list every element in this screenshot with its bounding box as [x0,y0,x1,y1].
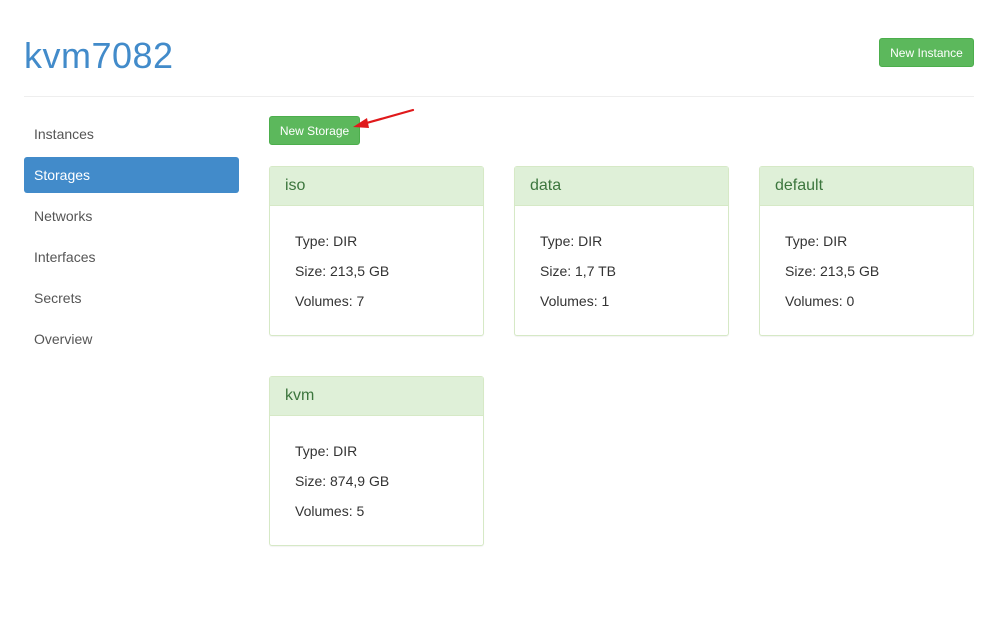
sidebar-item-networks[interactable]: Networks [24,198,239,234]
storage-card-body: Type: DIR Size: 1,7 TB Volumes: 1 [515,206,728,322]
storage-card-title: iso [270,167,483,206]
sidebar-item-storages[interactable]: Storages [24,157,239,193]
storage-card-body: Type: DIR Size: 874,9 GB Volumes: 5 [270,416,483,532]
storage-size: Size: 213,5 GB [295,263,390,279]
storage-card-body: Type: DIR Size: 213,5 GB Volumes: 0 [760,206,973,322]
storage-volumes: Volumes: 7 [295,293,365,309]
storage-type: Type: DIR [295,443,358,459]
new-storage-button[interactable]: New Storage [269,116,360,145]
page-header: kvm7082 New Instance [24,0,974,97]
storage-size: Size: 874,9 GB [295,473,390,489]
storage-card-title: data [515,167,728,206]
storage-card-title: default [760,167,973,206]
sidebar-item-instances[interactable]: Instances [24,116,239,152]
new-instance-button[interactable]: New Instance [879,38,974,67]
storage-volumes: Volumes: 5 [295,503,365,519]
storage-card-default[interactable]: default Type: DIR Size: 213,5 GB Volumes… [759,166,974,336]
sidebar-item-overview[interactable]: Overview [24,321,239,357]
storage-card-kvm[interactable]: kvm Type: DIR Size: 874,9 GB Volumes: 5 [269,376,484,546]
storage-type: Type: DIR [785,233,848,249]
page: kvm7082 New Instance Instances Storages … [0,0,997,640]
storage-type: Type: DIR [540,233,603,249]
storage-volumes: Volumes: 0 [785,293,855,309]
annotation-arrow-icon [353,108,415,128]
sidebar-item-interfaces[interactable]: Interfaces [24,239,239,275]
storage-size: Size: 1,7 TB [540,263,617,279]
storage-volumes: Volumes: 1 [540,293,610,309]
storage-type: Type: DIR [295,233,358,249]
page-title: kvm7082 [24,35,174,76]
sidebar-nav: Instances Storages Networks Interfaces S… [24,116,239,362]
storage-card-body: Type: DIR Size: 213,5 GB Volumes: 7 [270,206,483,322]
storage-card-title: kvm [270,377,483,416]
sidebar-item-secrets[interactable]: Secrets [24,280,239,316]
storage-size: Size: 213,5 GB [785,263,880,279]
storage-card-iso[interactable]: iso Type: DIR Size: 213,5 GB Volumes: 7 [269,166,484,336]
storage-card-data[interactable]: data Type: DIR Size: 1,7 TB Volumes: 1 [514,166,729,336]
